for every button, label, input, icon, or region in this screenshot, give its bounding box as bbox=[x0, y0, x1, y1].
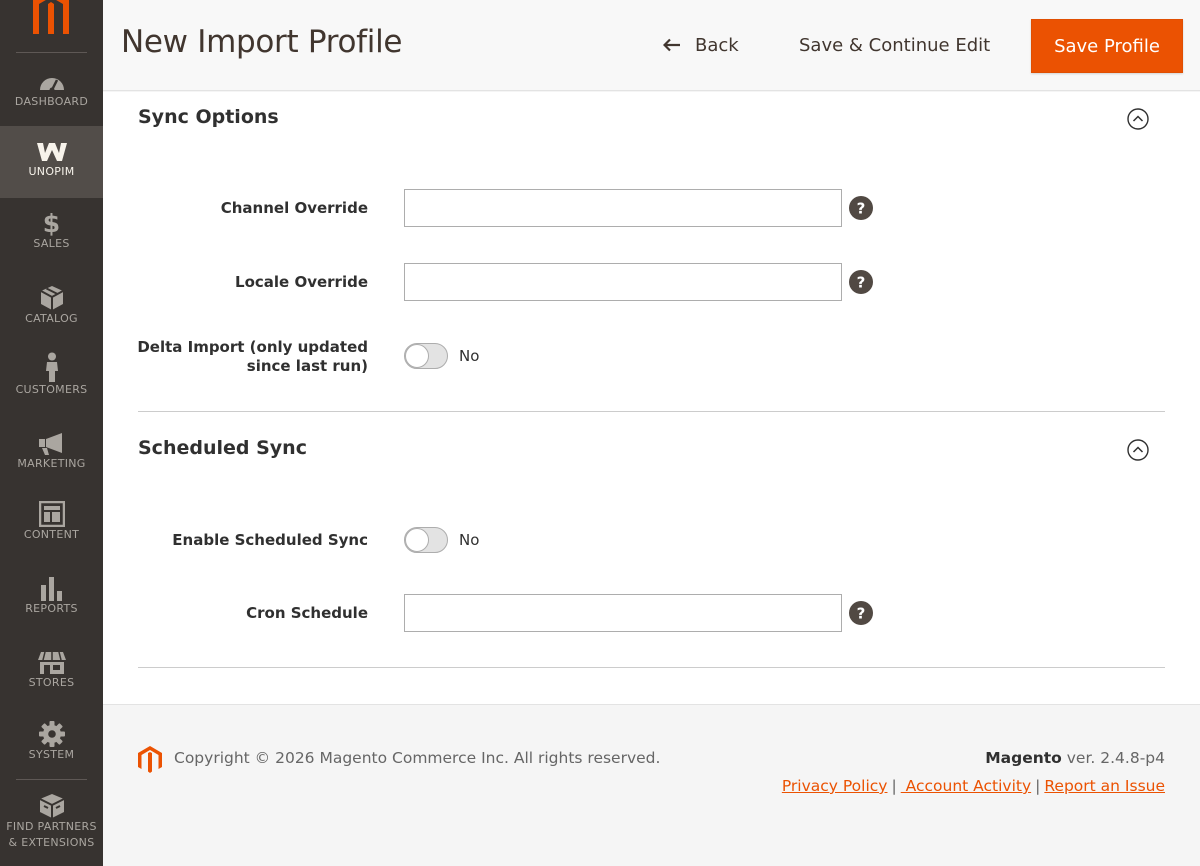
link-separator: | bbox=[891, 777, 897, 795]
delta-import-label: Delta Import (only updated since last ru… bbox=[137, 338, 368, 376]
magento-logo[interactable] bbox=[28, 0, 74, 34]
arrow-left-icon bbox=[663, 38, 680, 52]
save-profile-button[interactable]: Save Profile bbox=[1031, 19, 1183, 73]
nav-label: CATALOG bbox=[25, 312, 78, 325]
enable-scheduled-sync-label: Enable Scheduled Sync bbox=[172, 531, 368, 549]
back-button[interactable]: Back bbox=[663, 28, 739, 62]
version-number: ver. 2.4.8-p4 bbox=[1061, 749, 1165, 767]
cube-icon bbox=[40, 286, 63, 310]
nav-label: DASHBOARD bbox=[14, 95, 89, 108]
bar-chart-icon bbox=[40, 577, 62, 601]
main-content: Sync Options Channel Override ? Locale O… bbox=[103, 92, 1200, 704]
delta-import-label-line1: Delta Import (only updated bbox=[137, 338, 368, 356]
nav-label: STORES bbox=[28, 676, 75, 689]
storefront-icon bbox=[37, 651, 66, 674]
cron-schedule-input[interactable] bbox=[404, 594, 842, 632]
brand-name: Magento bbox=[985, 749, 1062, 767]
svg-text:?: ? bbox=[857, 200, 866, 218]
nav-item-marketing[interactable]: MARKETING bbox=[0, 432, 103, 482]
nav-item-catalog[interactable]: CATALOG bbox=[0, 285, 103, 335]
version-text: Magento ver. 2.4.8-p4 bbox=[985, 749, 1165, 767]
nav-label: CONTENT bbox=[23, 528, 80, 541]
magento-logo-icon bbox=[138, 746, 162, 773]
nav-label: & EXTENSIONS bbox=[8, 836, 95, 849]
delta-import-label-line2: since last run) bbox=[246, 357, 368, 375]
nav-item-reports[interactable]: REPORTS bbox=[0, 575, 103, 625]
dashboard-icon bbox=[39, 78, 64, 93]
cron-schedule-label: Cron Schedule bbox=[246, 604, 368, 622]
unopim-icon bbox=[36, 143, 67, 161]
nav-label: SYSTEM bbox=[28, 748, 75, 761]
page-footer: Copyright © 2026 Magento Commerce Inc. A… bbox=[103, 704, 1200, 866]
nav-item-find-partners[interactable]: FIND PARTNERS & EXTENSIONS bbox=[0, 793, 103, 855]
nav-item-customers[interactable]: CUSTOMERS bbox=[0, 352, 103, 402]
nav-label: FIND PARTNERS bbox=[6, 820, 97, 833]
scheduled-sync-title[interactable]: Scheduled Sync bbox=[138, 437, 307, 459]
sidebar-divider bbox=[16, 52, 87, 53]
channel-override-label: Channel Override bbox=[220, 199, 368, 217]
layout-icon bbox=[38, 501, 65, 527]
save-continue-button[interactable]: Save & Continue Edit bbox=[799, 28, 990, 62]
link-separator: | bbox=[1035, 777, 1041, 795]
collapse-icon[interactable] bbox=[1127, 108, 1149, 130]
help-icon[interactable]: ? bbox=[849, 270, 873, 294]
section-divider bbox=[138, 667, 1165, 668]
account-activity-link[interactable]: Account Activity bbox=[901, 777, 1031, 795]
svg-text:?: ? bbox=[857, 605, 866, 623]
nav-item-stores[interactable]: STORES bbox=[0, 651, 103, 701]
channel-override-input[interactable] bbox=[404, 189, 842, 227]
toggle-knob bbox=[405, 528, 429, 552]
collapse-icon[interactable] bbox=[1127, 439, 1149, 461]
page-header: New Import Profile Back Save & Continue … bbox=[103, 0, 1200, 91]
privacy-policy-link[interactable]: Privacy Policy bbox=[782, 777, 888, 795]
nav-label: SALES bbox=[33, 237, 70, 250]
nav-item-sales[interactable]: $ SALES bbox=[0, 209, 103, 262]
admin-sidebar: DASHBOARD UNOPIM $ SALES CATALOG CUSTOME… bbox=[0, 0, 103, 866]
delta-import-state: No bbox=[459, 347, 480, 365]
toggle-track bbox=[404, 343, 448, 369]
footer-links: Privacy Policy | Account Activity | Report … bbox=[782, 777, 1165, 795]
nav-label: CUSTOMERS bbox=[15, 383, 88, 396]
help-icon[interactable]: ? bbox=[849, 601, 873, 625]
toggle-track bbox=[404, 527, 448, 553]
nav-item-dashboard[interactable]: DASHBOARD bbox=[0, 70, 103, 120]
nav-item-content[interactable]: CONTENT bbox=[0, 501, 103, 551]
report-issue-link[interactable]: Report an Issue bbox=[1044, 777, 1165, 795]
section-divider bbox=[138, 411, 1165, 412]
toggle-knob bbox=[405, 344, 429, 368]
gear-icon bbox=[38, 721, 65, 747]
help-icon[interactable]: ? bbox=[849, 196, 873, 220]
person-icon bbox=[45, 352, 58, 382]
nav-item-unopim[interactable]: UNOPIM bbox=[0, 126, 103, 198]
locale-override-label: Locale Override bbox=[235, 273, 368, 291]
svg-text:?: ? bbox=[857, 274, 866, 292]
locale-override-input[interactable] bbox=[404, 263, 842, 301]
dollar-icon: $ bbox=[42, 209, 61, 238]
back-button-label: Back bbox=[695, 34, 739, 56]
enable-scheduled-sync-toggle[interactable]: No bbox=[404, 527, 479, 553]
nav-label: UNOPIM bbox=[28, 165, 75, 178]
copyright-text: Copyright © 2026 Magento Commerce Inc. A… bbox=[174, 749, 661, 767]
nav-label: MARKETING bbox=[17, 457, 86, 470]
sync-options-title[interactable]: Sync Options bbox=[138, 106, 279, 128]
delta-import-toggle[interactable]: No bbox=[404, 343, 479, 369]
nav-item-system[interactable]: SYSTEM bbox=[0, 721, 103, 771]
megaphone-icon bbox=[38, 433, 62, 455]
partners-box-icon bbox=[39, 794, 64, 818]
enable-scheduled-sync-state: No bbox=[459, 531, 480, 549]
nav-label: REPORTS bbox=[25, 602, 78, 615]
page-title: New Import Profile bbox=[121, 24, 403, 60]
sidebar-divider bbox=[16, 779, 87, 780]
